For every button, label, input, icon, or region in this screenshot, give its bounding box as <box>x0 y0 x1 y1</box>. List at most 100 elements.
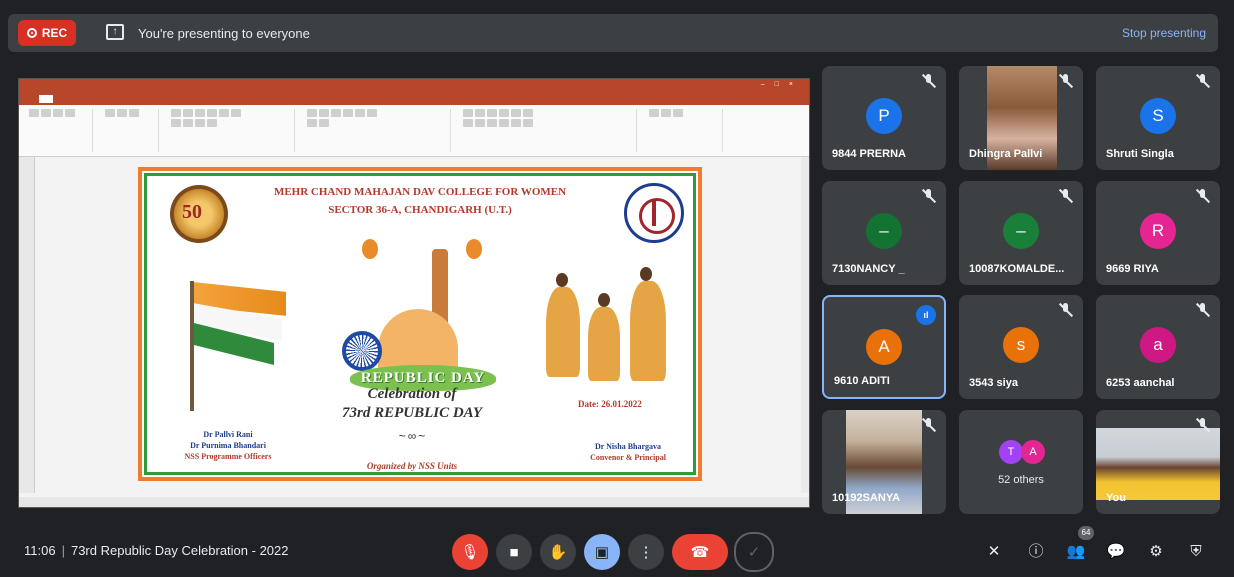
meeting-details-icon[interactable]: ⓘ <box>1026 542 1046 562</box>
principal-name: Dr Nisha Bhargava <box>594 442 662 451</box>
others-tile[interactable]: T A 52 others <box>959 410 1083 514</box>
participant-name: 10087KOMALDE... <box>969 263 1065 275</box>
bottom-control-bar: 11:06 | 73rd Republic Day Celebration - 20… <box>0 526 1234 577</box>
participant-tile[interactable]: S Shruti Singla <box>1096 66 1220 170</box>
vertical-scrollbar[interactable] <box>801 157 809 493</box>
participant-tile[interactable]: a 6253 aanchal <box>1096 295 1220 399</box>
more-vert-icon: ⋮ <box>638 544 654 561</box>
officer-role: NSS Programme Officers <box>184 452 272 461</box>
avatar: A <box>1021 440 1045 464</box>
ribbon-group-paragraph <box>301 109 451 152</box>
mic-off-icon <box>1196 303 1210 317</box>
programme-officers: Dr Pallvi Rani Dr Purnima Bhandari NSS P… <box>158 429 298 462</box>
presenting-bar: REC ↑ You're presenting to everyone Stop… <box>8 14 1218 52</box>
mic-off-icon <box>922 189 936 203</box>
people-icon[interactable]: 👥 <box>1066 542 1086 562</box>
present-now-button[interactable]: ▣ <box>584 534 620 570</box>
slide-canvas: 50 MEHR CHAND MAHAJAN DAV COLLEGE FOR WO… <box>138 167 702 481</box>
mic-off-icon <box>1059 189 1073 203</box>
mic-off-icon: 🎙 <box>460 544 480 561</box>
college-heading: MEHR CHAND MAHAJAN DAV COLLEGE FOR WOMEN… <box>142 183 698 219</box>
participants-count-badge: 64 <box>1078 526 1094 540</box>
others-count-label: 52 others <box>998 474 1044 486</box>
present-screen-icon: ▣ <box>594 544 610 561</box>
leave-call-button[interactable]: ☎ <box>672 534 728 570</box>
participant-name: 3543 siya <box>969 377 1018 389</box>
mic-off-icon <box>922 74 936 88</box>
ribbon-group-editing <box>643 109 723 152</box>
officer-name-2: Dr Purnima Bhandari <box>190 441 266 450</box>
host-controls-mic-off-icon[interactable]: ✕ <box>984 542 1004 562</box>
chat-icon[interactable]: 💬 <box>1106 542 1126 562</box>
avatar: S <box>1140 98 1176 134</box>
participant-tile[interactable]: P 9844 PRERNA <box>822 66 946 170</box>
ribbon-group-drawing <box>457 109 637 152</box>
stop-presenting-button[interactable]: Stop presenting <box>1122 26 1206 40</box>
dancers-illustration <box>540 267 674 387</box>
powerpoint-statusbar <box>19 497 809 507</box>
record-icon <box>26 28 37 38</box>
microphone-toggle-button[interactable]: 🎙 <box>452 534 488 570</box>
check-icon: ✓ <box>747 544 761 561</box>
participant-name: 10192SANYA <box>832 492 901 504</box>
meeting-info: 11:06 | 73rd Republic Day Celebration - 20… <box>24 543 289 558</box>
principal-block: Dr Nisha Bhargava Convenor & Principal <box>568 441 688 463</box>
host-controls-shield-icon[interactable]: ⛨ <box>1186 542 1206 562</box>
ribbon-group-slides <box>99 109 159 152</box>
tab-insert[interactable] <box>63 96 67 102</box>
celebration-title: Celebration of 73rd REPUBLIC DAY <box>322 385 502 423</box>
thumbnail-pane <box>19 157 35 493</box>
ribbon-group-font <box>165 109 295 152</box>
participant-tile[interactable]: – 7130NANCY _ <box>822 181 946 285</box>
raise-hand-button[interactable]: ✋ <box>540 534 576 570</box>
more-options-button[interactable]: ⋮ <box>628 534 664 570</box>
shared-screen: –□× 50 MEHR CHAND MAHAJAN DAV COLLEGE FO… <box>18 78 810 508</box>
celebration-line1: Celebration of <box>367 386 457 402</box>
participant-tile[interactable]: R 9669 RIYA <box>1096 181 1220 285</box>
participant-name: 9669 RIYA <box>1106 263 1159 275</box>
mic-off-icon <box>1196 418 1210 432</box>
recording-indicator: REC <box>18 20 76 46</box>
window-controls: –□× <box>760 81 803 88</box>
camera-icon: ■ <box>509 543 519 561</box>
college-name: MEHR CHAND MAHAJAN DAV COLLEGE FOR WOMEN <box>273 186 567 198</box>
tab-file[interactable] <box>25 96 29 102</box>
powerpoint-titlebar: –□× <box>19 79 809 93</box>
avatar: A <box>866 329 902 365</box>
tab-home[interactable] <box>39 95 53 103</box>
clock: 11:06 <box>24 543 56 558</box>
mic-off-icon <box>1196 189 1210 203</box>
participant-tile-active-speaker[interactable]: ıl A 9610 ADITI <box>822 295 946 399</box>
avatar: R <box>1140 213 1176 249</box>
self-video <box>1096 428 1220 500</box>
participant-tile[interactable]: 10192SANYA <box>822 410 946 514</box>
participant-tile[interactable]: s 3543 siya <box>959 295 1083 399</box>
participant-name: 9844 PRERNA <box>832 148 906 160</box>
others-avatars: T A <box>999 440 1049 466</box>
checkmark-button[interactable]: ✓ <box>734 532 774 572</box>
avatar: P <box>866 98 902 134</box>
activities-icon[interactable]: ⚙ <box>1146 542 1166 562</box>
mic-off-icon <box>922 418 936 432</box>
self-view-tile[interactable]: You <box>1096 410 1220 514</box>
tab-design[interactable] <box>91 96 95 102</box>
rec-label: REC <box>41 26 68 40</box>
camera-toggle-button[interactable]: ■ <box>496 534 532 570</box>
present-screen-icon: ↑ <box>106 24 124 40</box>
avatar: T <box>999 440 1023 464</box>
college-address: SECTOR 36-A, CHANDIGARH (U.T.) <box>328 204 512 216</box>
mic-off-icon <box>1059 303 1073 317</box>
avatar: s <box>1003 327 1039 363</box>
ribbon-group-clipboard <box>23 109 93 152</box>
avatar: a <box>1140 327 1176 363</box>
participant-name: Shruti Singla <box>1106 148 1174 160</box>
officer-name-1: Dr Pallvi Rani <box>203 430 253 439</box>
monument-illustration: REPUBLIC DAY <box>342 239 496 399</box>
decorative-flourish: ~∞~ <box>398 429 428 443</box>
participant-tile[interactable]: – 10087KOMALDE... <box>959 181 1083 285</box>
participant-name: 7130NANCY _ <box>832 263 905 275</box>
mic-off-icon <box>1059 74 1073 88</box>
participant-name: You <box>1106 492 1126 504</box>
participant-tile[interactable]: Dhingra Pallvi <box>959 66 1083 170</box>
tab-draw[interactable] <box>77 96 81 102</box>
